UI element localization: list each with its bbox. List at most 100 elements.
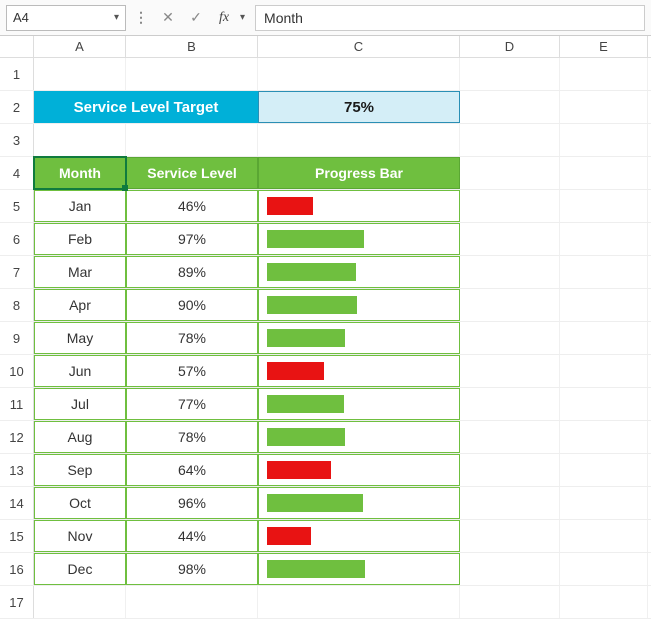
row-header[interactable]: 10 <box>0 355 34 387</box>
cell[interactable] <box>560 355 648 387</box>
cell[interactable] <box>126 58 258 90</box>
row-header[interactable]: 9 <box>0 322 34 354</box>
column-header[interactable]: A <box>34 36 126 57</box>
column-header[interactable]: C <box>258 36 460 57</box>
cell-month[interactable]: Nov <box>34 520 126 552</box>
cell-month[interactable]: Dec <box>34 553 126 585</box>
cell[interactable] <box>258 586 460 618</box>
column-header[interactable]: E <box>560 36 648 57</box>
cell-progress-bar[interactable] <box>258 322 460 354</box>
cell[interactable] <box>460 223 560 255</box>
row-header[interactable]: 3 <box>0 124 34 156</box>
row-header[interactable]: 5 <box>0 190 34 222</box>
cell-progress-bar[interactable] <box>258 487 460 519</box>
cell-progress-bar[interactable] <box>258 256 460 288</box>
cell-month[interactable]: Sep <box>34 454 126 486</box>
cell[interactable] <box>560 289 648 321</box>
fx-icon[interactable]: fx <box>212 6 236 30</box>
select-all-corner[interactable] <box>0 36 34 57</box>
header-progress-bar[interactable]: Progress Bar <box>258 157 460 189</box>
cell[interactable] <box>460 388 560 420</box>
cell[interactable] <box>560 388 648 420</box>
row-header[interactable]: 11 <box>0 388 34 420</box>
service-level-target-value[interactable]: 75% <box>258 91 460 123</box>
row-header[interactable]: 1 <box>0 58 34 90</box>
cell-progress-bar[interactable] <box>258 454 460 486</box>
row-header[interactable]: 12 <box>0 421 34 453</box>
cell[interactable] <box>560 223 648 255</box>
cell[interactable] <box>460 487 560 519</box>
column-header[interactable]: D <box>460 36 560 57</box>
cell[interactable] <box>126 124 258 156</box>
cell[interactable] <box>460 322 560 354</box>
cell[interactable] <box>560 421 648 453</box>
header-month[interactable]: Month <box>34 157 126 189</box>
cell-progress-bar[interactable] <box>258 289 460 321</box>
cell-service-level[interactable]: 57% <box>126 355 258 387</box>
row-header[interactable]: 16 <box>0 553 34 585</box>
cell[interactable] <box>460 190 560 222</box>
cell[interactable] <box>460 289 560 321</box>
cell-service-level[interactable]: 77% <box>126 388 258 420</box>
cell[interactable] <box>560 58 648 90</box>
cell[interactable] <box>258 58 460 90</box>
row-header[interactable]: 13 <box>0 454 34 486</box>
cell-progress-bar[interactable] <box>258 388 460 420</box>
cell-month[interactable]: Jan <box>34 190 126 222</box>
header-service-level[interactable]: Service Level <box>126 157 258 189</box>
chevron-down-icon[interactable]: ▾ <box>240 12 245 23</box>
cell-month[interactable]: Apr <box>34 289 126 321</box>
cell-month[interactable]: Feb <box>34 223 126 255</box>
cell-service-level[interactable]: 98% <box>126 553 258 585</box>
cell-month[interactable]: Jul <box>34 388 126 420</box>
cancel-formula-button[interactable]: ✕ <box>156 6 180 30</box>
cell[interactable] <box>560 157 648 189</box>
cell[interactable] <box>560 487 648 519</box>
cell-progress-bar[interactable] <box>258 520 460 552</box>
cell[interactable] <box>560 520 648 552</box>
cell[interactable] <box>34 124 126 156</box>
cell-service-level[interactable]: 90% <box>126 289 258 321</box>
cell[interactable] <box>460 421 560 453</box>
cell[interactable] <box>460 91 560 123</box>
cell-service-level[interactable]: 89% <box>126 256 258 288</box>
cell[interactable] <box>460 520 560 552</box>
cell-month[interactable]: May <box>34 322 126 354</box>
cell-month[interactable]: Jun <box>34 355 126 387</box>
cell-progress-bar[interactable] <box>258 223 460 255</box>
cell[interactable] <box>560 454 648 486</box>
cell-service-level[interactable]: 78% <box>126 322 258 354</box>
cell[interactable] <box>560 124 648 156</box>
cell-service-level[interactable]: 78% <box>126 421 258 453</box>
cell[interactable] <box>560 190 648 222</box>
row-header[interactable]: 15 <box>0 520 34 552</box>
cell[interactable] <box>560 586 648 618</box>
name-box[interactable]: A4 ▾ <box>6 5 126 31</box>
cell[interactable] <box>560 553 648 585</box>
cell[interactable] <box>460 553 560 585</box>
cell-month[interactable]: Aug <box>34 421 126 453</box>
row-header[interactable]: 4 <box>0 157 34 189</box>
cell-progress-bar[interactable] <box>258 355 460 387</box>
cell[interactable] <box>460 355 560 387</box>
chevron-down-icon[interactable]: ▾ <box>114 12 119 23</box>
cell[interactable] <box>460 124 560 156</box>
cell-service-level[interactable]: 44% <box>126 520 258 552</box>
cell-service-level[interactable]: 97% <box>126 223 258 255</box>
fill-handle[interactable] <box>122 185 128 191</box>
cell[interactable] <box>560 322 648 354</box>
formula-input[interactable]: Month <box>255 5 645 31</box>
column-header[interactable]: B <box>126 36 258 57</box>
cell[interactable] <box>34 586 126 618</box>
row-header[interactable]: 14 <box>0 487 34 519</box>
cell[interactable] <box>460 256 560 288</box>
row-header[interactable]: 17 <box>0 586 34 618</box>
cell[interactable] <box>560 256 648 288</box>
cell[interactable] <box>258 124 460 156</box>
cell[interactable] <box>460 157 560 189</box>
cell[interactable] <box>34 58 126 90</box>
row-header[interactable]: 7 <box>0 256 34 288</box>
cell-month[interactable]: Oct <box>34 487 126 519</box>
cell-service-level[interactable]: 64% <box>126 454 258 486</box>
row-header[interactable]: 8 <box>0 289 34 321</box>
